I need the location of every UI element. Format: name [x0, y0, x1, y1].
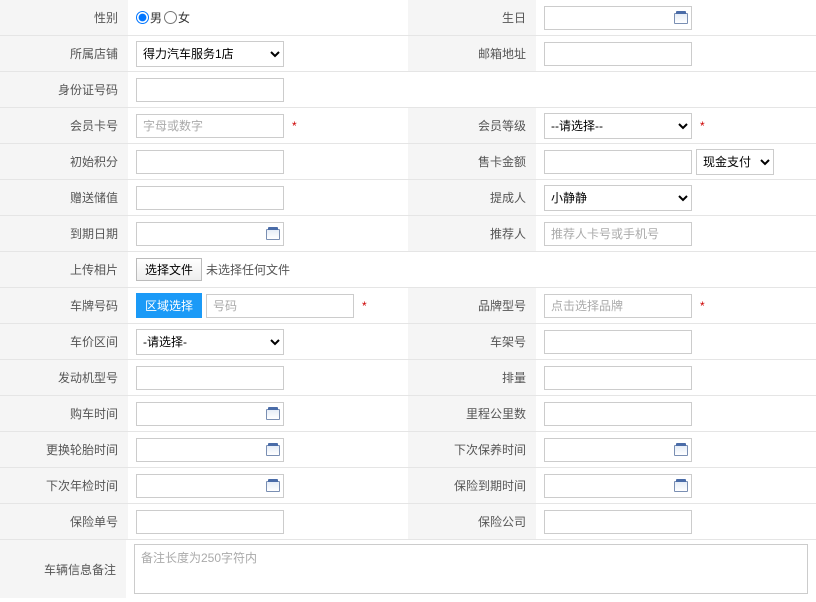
promoter-label: 提成人: [408, 180, 536, 215]
gender-male-option[interactable]: 男: [136, 9, 162, 26]
card-amount-input[interactable]: [544, 150, 692, 174]
engine-model-label: 发动机型号: [0, 360, 128, 395]
gender-female-label: 女: [178, 9, 190, 26]
member-level-select[interactable]: --请选择--: [544, 113, 692, 139]
expiry-input[interactable]: [136, 222, 284, 246]
deposit-gift-input[interactable]: [136, 186, 284, 210]
next-service-label: 下次保养时间: [408, 432, 536, 467]
email-input[interactable]: [544, 42, 692, 66]
promoter-select[interactable]: 小静静: [544, 185, 692, 211]
insurance-expiry-label: 保险到期时间: [408, 468, 536, 503]
gender-female-radio[interactable]: [164, 11, 177, 24]
required-mark: *: [292, 119, 297, 133]
next-inspection-label: 下次年检时间: [0, 468, 128, 503]
insurance-co-input[interactable]: [544, 510, 692, 534]
required-mark: *: [362, 299, 367, 313]
id-number-input[interactable]: [136, 78, 284, 102]
plate-number-label: 车牌号码: [0, 288, 128, 323]
birthday-input[interactable]: [544, 6, 692, 30]
next-service-input[interactable]: [544, 438, 692, 462]
referrer-input[interactable]: [544, 222, 692, 246]
expiry-label: 到期日期: [0, 216, 128, 251]
deposit-gift-label: 赠送储值: [0, 180, 128, 215]
store-select[interactable]: 得力汽车服务1店: [136, 41, 284, 67]
upload-photo-label: 上传相片: [0, 252, 128, 287]
vehicle-notes-label: 车辆信息备注: [0, 540, 126, 598]
brand-model-input[interactable]: [544, 294, 692, 318]
gender-radio-group: 男 女: [136, 9, 190, 26]
init-points-label: 初始积分: [0, 144, 128, 179]
buy-time-input[interactable]: [136, 402, 284, 426]
region-select-button[interactable]: 区域选择: [136, 293, 202, 318]
referrer-label: 推荐人: [408, 216, 536, 251]
insurance-no-label: 保险单号: [0, 504, 128, 539]
price-range-select[interactable]: -请选择-: [136, 329, 284, 355]
insurance-no-input[interactable]: [136, 510, 284, 534]
plate-number-input[interactable]: [206, 294, 354, 318]
file-status: 未选择任何文件: [206, 261, 290, 278]
store-label: 所属店铺: [0, 36, 128, 71]
insurance-expiry-input[interactable]: [544, 474, 692, 498]
gender-label: 性别: [0, 0, 128, 35]
tire-replace-label: 更换轮胎时间: [0, 432, 128, 467]
member-card-input[interactable]: [136, 114, 284, 138]
required-mark: *: [700, 299, 705, 313]
vin-label: 车架号: [408, 324, 536, 359]
insurance-co-label: 保险公司: [408, 504, 536, 539]
init-points-input[interactable]: [136, 150, 284, 174]
vin-input[interactable]: [544, 330, 692, 354]
vehicle-notes-textarea[interactable]: [134, 544, 808, 594]
displacement-label: 排量: [408, 360, 536, 395]
mileage-label: 里程公里数: [408, 396, 536, 431]
select-file-button[interactable]: 选择文件: [136, 258, 202, 281]
displacement-input[interactable]: [544, 366, 692, 390]
next-inspection-input[interactable]: [136, 474, 284, 498]
buy-time-label: 购车时间: [0, 396, 128, 431]
mileage-input[interactable]: [544, 402, 692, 426]
gender-male-label: 男: [150, 9, 162, 26]
id-number-label: 身份证号码: [0, 72, 128, 107]
birthday-label: 生日: [408, 0, 536, 35]
pay-method-select[interactable]: 现金支付: [696, 149, 774, 175]
card-amount-label: 售卡金额: [408, 144, 536, 179]
engine-model-input[interactable]: [136, 366, 284, 390]
brand-model-label: 品牌型号: [408, 288, 536, 323]
email-label: 邮箱地址: [408, 36, 536, 71]
gender-female-option[interactable]: 女: [164, 9, 190, 26]
member-level-label: 会员等级: [408, 108, 536, 143]
member-card-label: 会员卡号: [0, 108, 128, 143]
gender-male-radio[interactable]: [136, 11, 149, 24]
price-range-label: 车价区间: [0, 324, 128, 359]
tire-replace-input[interactable]: [136, 438, 284, 462]
required-mark: *: [700, 119, 705, 133]
